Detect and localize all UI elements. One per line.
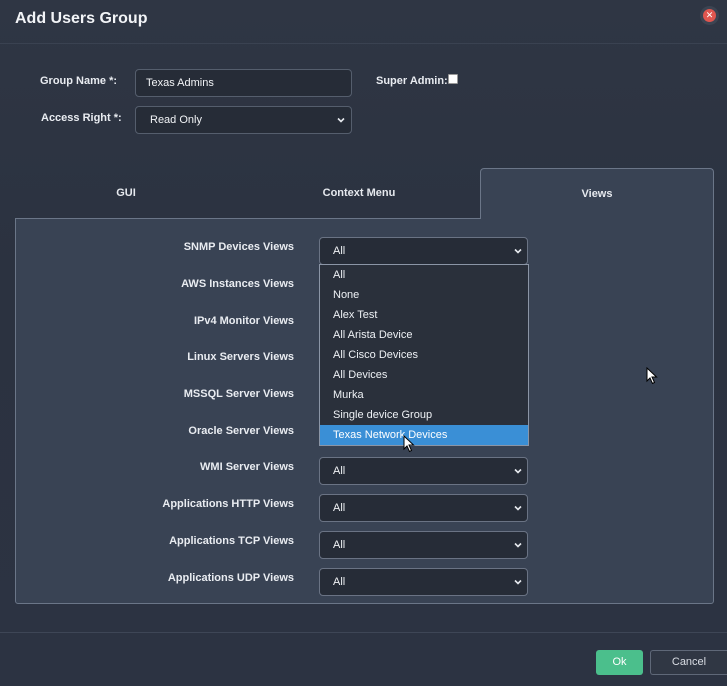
tab-gui-label: GUI [116,187,136,199]
chevron-down-icon [514,542,522,548]
dialog-title: Add Users Group [15,10,148,27]
snmp-devices-views-dropdown: All None Alex Test All Arista Device All… [319,264,529,446]
applications-tcp-views-select[interactable]: All [319,531,528,559]
snmp-devices-views-label: SNMP Devices Views [183,241,294,253]
dropdown-option[interactable]: All [320,265,528,285]
dropdown-option[interactable]: All Cisco Devices [320,345,528,365]
dropdown-option[interactable]: All Devices [320,365,528,385]
super-admin-label: Super Admin: [376,75,448,87]
chevron-down-icon [514,579,522,585]
access-right-label: Access Right *: [41,112,122,124]
mssql-server-views-label: MSSQL Server Views [183,388,294,400]
applications-http-views-value: All [333,502,346,514]
wmi-server-views-label: WMI Server Views [200,461,294,473]
group-name-input[interactable]: Texas Admins [135,69,352,97]
oracle-server-views-label: Oracle Server Views [188,425,294,437]
snmp-devices-views-select[interactable]: All [319,237,528,265]
applications-udp-views-select[interactable]: All [319,568,528,596]
group-name-label: Group Name *: [40,75,118,87]
tab-views-label: Views [581,188,613,200]
applications-http-views-label: Applications HTTP Views [162,498,294,510]
applications-udp-views-label: Applications UDP Views [167,572,294,584]
snmp-devices-views-value: All [333,245,346,257]
aws-instances-views-label: AWS Instances Views [181,278,294,290]
applications-tcp-views-value: All [333,539,346,551]
chevron-down-icon [514,468,522,474]
access-right-value: Read Only [150,114,202,126]
mouse-cursor-icon [403,435,415,453]
tab-context-menu-label: Context Menu [322,187,396,199]
applications-http-views-select[interactable]: All [319,494,528,522]
cancel-button[interactable]: Cancel [650,650,727,675]
wmi-server-views-value: All [333,465,346,477]
linux-servers-views-label: Linux Servers Views [187,351,294,363]
wmi-server-views-select[interactable]: All [319,457,528,485]
close-icon[interactable]: ✕ [703,9,716,22]
applications-tcp-views-label: Applications TCP Views [169,535,294,547]
dropdown-option-highlighted[interactable]: Texas Network Devices [320,425,528,445]
chevron-down-icon [514,505,522,511]
chevron-down-icon [337,117,345,123]
ipv4-monitor-views-label: IPv4 Monitor Views [193,315,294,327]
footer-divider [0,632,727,633]
dropdown-option[interactable]: Alex Test [320,305,528,325]
access-right-select[interactable]: Read Only [135,106,352,134]
dropdown-option[interactable]: Single device Group [320,405,528,425]
mouse-cursor-icon [646,367,658,385]
tab-gui[interactable]: GUI [15,168,237,218]
dropdown-option[interactable]: Murka [320,385,528,405]
ok-button[interactable]: Ok [596,650,643,675]
title-bar: Add Users Group ✕ [0,0,727,44]
group-name-value: Texas Admins [146,77,214,89]
chevron-down-icon [514,248,522,254]
tab-context-menu[interactable]: Context Menu [248,168,470,218]
dropdown-option[interactable]: None [320,285,528,305]
add-users-group-dialog: Add Users Group ✕ Group Name *: Texas Ad… [0,0,727,686]
applications-udp-views-value: All [333,576,346,588]
super-admin-checkbox[interactable] [448,74,458,84]
tab-views[interactable]: Views [480,168,714,219]
dropdown-option[interactable]: All Arista Device [320,325,528,345]
